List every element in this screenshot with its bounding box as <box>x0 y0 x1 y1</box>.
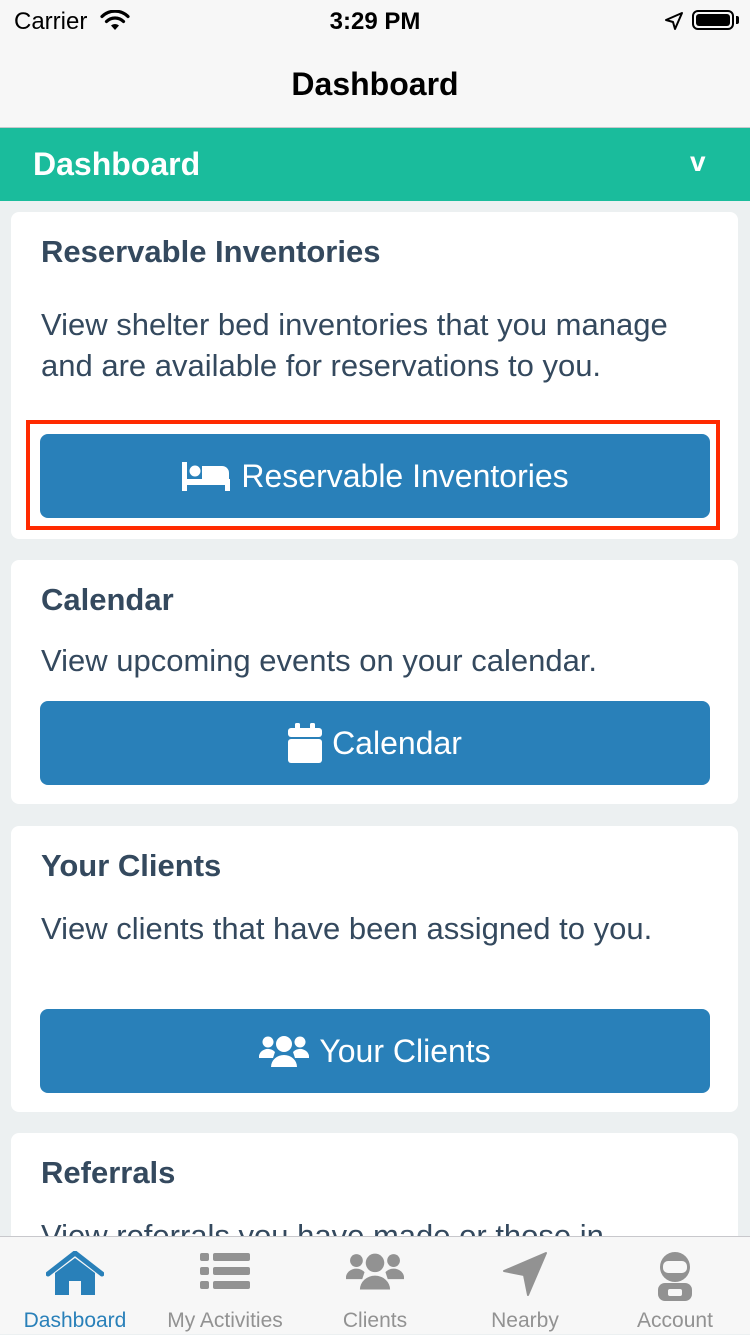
calendar-button[interactable]: Calendar <box>40 701 710 785</box>
dashboard-section-header[interactable]: Dashboard v <box>0 128 750 201</box>
section-title: Dashboard <box>33 146 201 182</box>
collapse-toggle[interactable]: v <box>690 146 706 178</box>
astronaut-icon <box>600 1251 750 1301</box>
users-icon <box>300 1251 450 1291</box>
battery-icon <box>692 10 734 30</box>
button-label: Reservable Inventories <box>241 457 569 494</box>
card-description: View referrals you have made or those in <box>41 1218 604 1236</box>
card-description: View shelter bed inventories that you ma… <box>41 307 668 383</box>
tab-label: Nearby <box>491 1309 559 1332</box>
bed-icon <box>181 460 231 492</box>
tab-my-activities[interactable]: My Activities <box>150 1237 300 1335</box>
tab-nearby[interactable]: Nearby <box>450 1237 600 1335</box>
card-title: Your Clients <box>41 848 222 883</box>
tab-label: Dashboard <box>23 1309 127 1332</box>
reservable-inventories-button[interactable]: Reservable Inventories <box>40 434 710 518</box>
home-icon <box>0 1251 150 1297</box>
card-reservable-inventories: Reservable Inventories View shelter bed … <box>11 212 738 539</box>
card-calendar: Calendar View upcoming events on your ca… <box>11 560 738 804</box>
tab-bar: Dashboard My Activities Clients Nearby A… <box>0 1236 750 1334</box>
status-bar: Carrier 3:29 PM <box>0 0 750 40</box>
button-label: Your Clients <box>319 1032 491 1069</box>
tab-account[interactable]: Account <box>600 1237 750 1335</box>
location-arrow-icon <box>450 1251 600 1297</box>
tab-clients[interactable]: Clients <box>300 1237 450 1335</box>
tab-label: Clients <box>342 1309 408 1332</box>
battery-tip <box>736 16 739 24</box>
tab-dashboard[interactable]: Dashboard <box>0 1237 150 1335</box>
clock: 3:29 PM <box>329 8 421 35</box>
card-description: View clients that have been assigned to … <box>41 911 653 946</box>
page-title: Dashboard <box>291 66 459 102</box>
card-description: View upcoming events on your calendar. <box>41 643 598 678</box>
location-services-icon <box>664 10 684 38</box>
tab-label: My Activities <box>167 1309 283 1332</box>
card-your-clients: Your Clients View clients that have been… <box>11 826 738 1112</box>
your-clients-button[interactable]: Your Clients <box>40 1009 710 1093</box>
button-label: Calendar <box>332 724 462 761</box>
card-title: Reservable Inventories <box>41 234 381 269</box>
navigation-bar: Dashboard <box>0 40 750 128</box>
calendar-icon <box>288 723 323 763</box>
card-referrals: Referrals View referrals you have made o… <box>11 1133 738 1236</box>
card-title: Referrals <box>41 1155 176 1190</box>
users-icon <box>259 1034 310 1068</box>
dashboard-content[interactable]: Reservable Inventories View shelter bed … <box>0 201 750 1236</box>
card-title: Calendar <box>41 582 174 617</box>
tab-label: Account <box>637 1309 713 1332</box>
list-icon <box>150 1251 300 1291</box>
